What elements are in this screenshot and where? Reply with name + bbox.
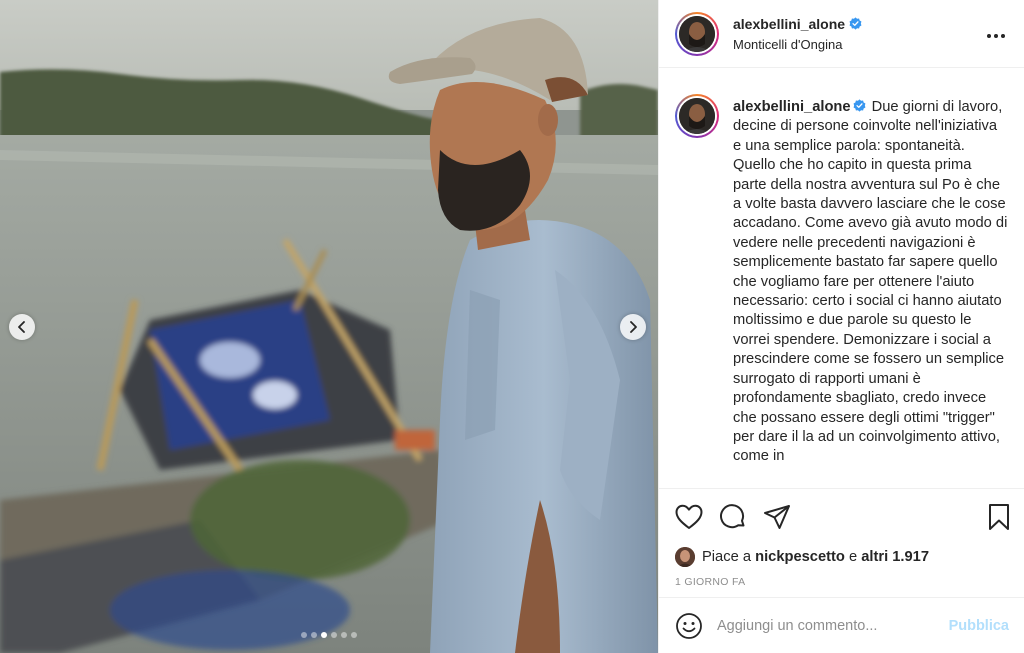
comment-button[interactable]: [719, 502, 753, 532]
likes-prefix: Piace a: [702, 549, 751, 565]
header-text: alexbellini_alone Monticelli d'Ongina: [733, 16, 984, 52]
emoji-icon[interactable]: [675, 612, 703, 640]
heart-icon: [675, 504, 703, 529]
caption-text: Due giorni di lavoro, decine di persone …: [733, 99, 1008, 465]
carousel-dot: [321, 632, 327, 638]
username-link[interactable]: alexbellini_alone: [733, 16, 862, 32]
carousel-dot: [341, 632, 347, 638]
carousel-dot: [351, 632, 357, 638]
story-ring[interactable]: [675, 11, 719, 56]
carousel-dot: [311, 632, 317, 638]
share-icon: [764, 505, 790, 529]
liker-avatar[interactable]: [675, 547, 695, 567]
likes-others[interactable]: altri 1.917: [861, 549, 929, 565]
chevron-left-icon: [18, 321, 25, 333]
previous-photo-button[interactable]: [9, 314, 35, 340]
caption-avatar[interactable]: [679, 98, 715, 134]
photo-scene: [0, 0, 658, 653]
action-bar: [659, 489, 1024, 545]
carousel-dot: [331, 632, 337, 638]
post-photo[interactable]: [0, 0, 658, 653]
caption-area: alexbellini_alone Due giorni di lavoro, …: [659, 68, 1024, 489]
bookmark-icon: [989, 504, 1009, 530]
more-horizontal-icon: [987, 34, 1005, 38]
comment-input[interactable]: [717, 617, 949, 634]
username-text: alexbellini_alone: [733, 15, 846, 32]
more-options-button[interactable]: [984, 23, 1008, 44]
share-button[interactable]: [763, 502, 797, 532]
likes-summary: Piace a nickpescetto e altri 1.917: [659, 545, 1024, 569]
carousel-indicator: [0, 632, 658, 638]
caption: alexbellini_alone Due giorni di lavoro, …: [733, 98, 1008, 488]
carousel-dot: [301, 632, 307, 638]
post-timestamp[interactable]: 1 GIORNO FA: [659, 576, 1024, 588]
avatar[interactable]: [679, 15, 715, 52]
liker-username[interactable]: nickpescetto: [755, 549, 845, 565]
like-button[interactable]: [675, 502, 709, 532]
post-side-panel: alexbellini_alone Monticelli d'Ongina al…: [658, 0, 1024, 653]
verified-badge-icon: [849, 17, 862, 30]
comment-icon: [720, 504, 745, 529]
likes-connector: e: [848, 549, 858, 565]
caption-avatar-ring[interactable]: [675, 94, 719, 138]
next-photo-button[interactable]: [620, 314, 646, 340]
location-link[interactable]: Monticelli d'Ongina: [733, 37, 984, 52]
publish-button[interactable]: Pubblica: [949, 618, 1009, 634]
instagram-post: alexbellini_alone Monticelli d'Ongina al…: [0, 0, 1024, 653]
verified-badge-icon: [853, 99, 865, 112]
caption-username[interactable]: alexbellini_alone: [733, 99, 851, 115]
comment-box: Pubblica: [659, 597, 1024, 653]
save-button[interactable]: [976, 502, 1010, 532]
post-header: alexbellini_alone Monticelli d'Ongina: [659, 0, 1024, 68]
chevron-right-icon: [630, 321, 637, 333]
